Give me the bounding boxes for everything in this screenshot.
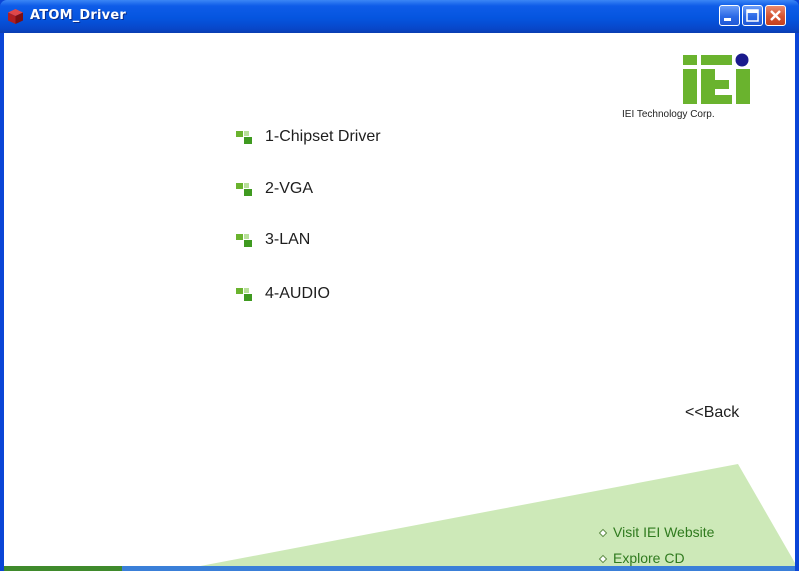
green-square-bullet-icon (236, 183, 252, 196)
maximize-icon (746, 9, 759, 22)
app-cube-icon (8, 9, 23, 24)
footer-link-label: Visit IEI Website (613, 524, 715, 540)
window-title: ATOM_Driver (30, 8, 126, 23)
minimize-button[interactable] (719, 5, 740, 26)
explore-cd-link[interactable]: Explore CD (598, 550, 685, 566)
menu-item-label: 1-Chipset Driver (265, 128, 381, 145)
client-area: IEI Technology Corp. 1-Chipset Driver 2-… (4, 33, 795, 571)
green-square-bullet-icon (236, 288, 252, 301)
minimize-icon (724, 18, 731, 21)
title-bar[interactable]: ATOM_Driver (0, 0, 799, 33)
menu-item-label: 2-VGA (265, 180, 314, 197)
visit-iei-website-link[interactable]: Visit IEI Website (598, 524, 715, 540)
maximize-button[interactable] (742, 5, 763, 26)
green-square-bullet-icon (236, 131, 252, 144)
green-square-bullet-icon (236, 234, 252, 247)
close-button[interactable] (765, 5, 786, 26)
diamond-bullet-icon (598, 554, 608, 564)
close-icon (770, 10, 781, 21)
menu-item-label: 4-AUDIO (265, 285, 330, 302)
footer-link-label: Explore CD (613, 550, 685, 566)
diamond-bullet-icon (598, 528, 608, 538)
back-link[interactable]: <<Back (685, 404, 739, 422)
app-window: ATOM_Driver IEI Technology Corp. 1-Chips… (0, 0, 799, 571)
menu-item-label: 3-LAN (265, 231, 311, 248)
logo-caption: IEI Technology Corp. (622, 109, 715, 120)
